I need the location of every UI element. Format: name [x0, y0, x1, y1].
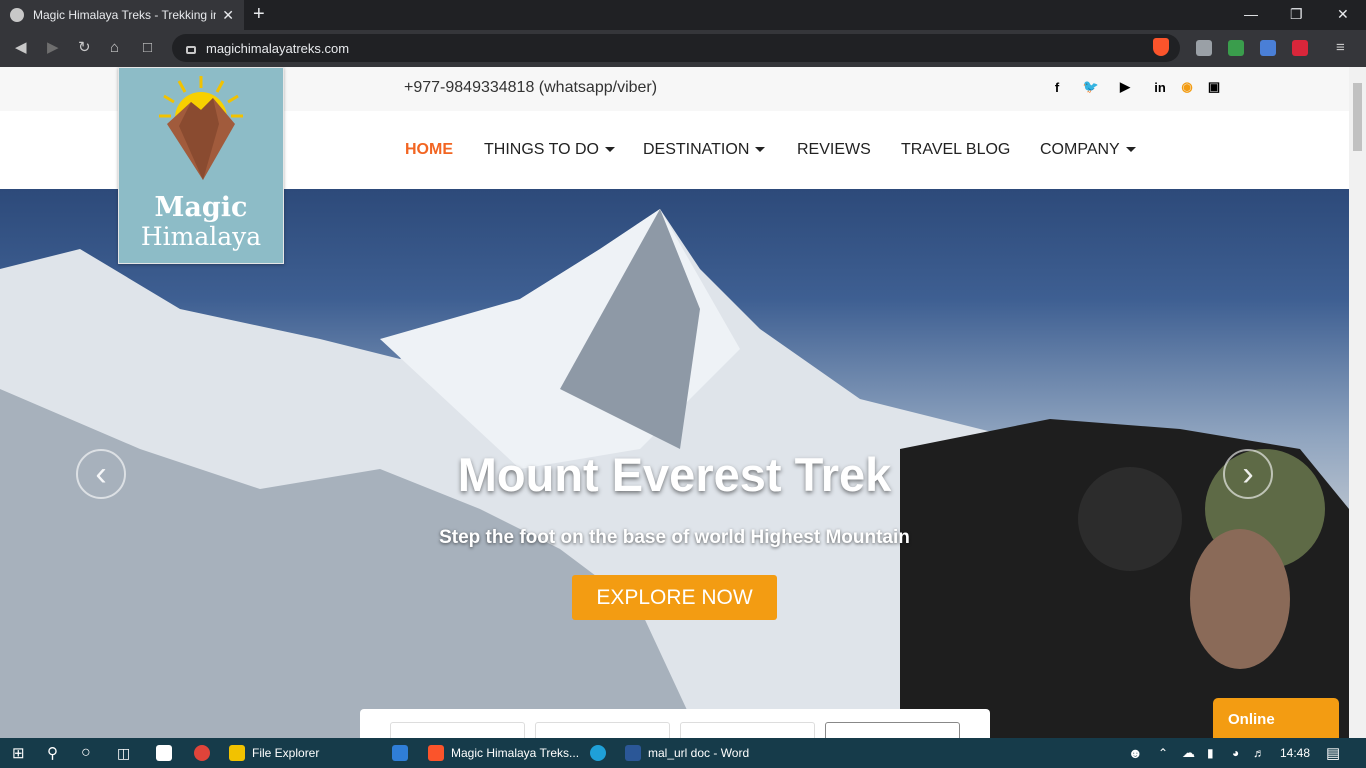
tab-title: Magic Himalaya Treks - Trekking in [33, 8, 217, 22]
mountain-sun-icon [159, 76, 243, 180]
notifications-icon[interactable]: ▤ [1326, 738, 1340, 768]
web-page: +977-9849334818 (whatsapp/viber) f 🐦 ▶ i… [0, 67, 1366, 738]
extension-cube-icon[interactable] [1196, 40, 1212, 56]
translate-icon[interactable] [1260, 40, 1276, 56]
chevron-down-icon [1125, 147, 1136, 153]
restore-icon[interactable]: ❐ [1290, 6, 1303, 23]
onedrive-icon[interactable]: ☁ [1182, 738, 1195, 768]
wifi-icon[interactable]: ◕ [1232, 738, 1239, 768]
back-icon[interactable]: ◀ [15, 39, 27, 57]
hero-slider: ‹ › Mount Everest Trek Step the foot on … [0, 189, 1349, 738]
nav-home[interactable]: HOME [405, 141, 453, 159]
brave-icon [428, 745, 444, 761]
store-icon[interactable] [156, 738, 179, 768]
url-text: magichimalayatreks.com [206, 40, 350, 56]
edge-icon[interactable] [590, 738, 613, 768]
hero-subtitle: Step the foot on the base of world Highe… [439, 527, 910, 548]
mail-icon[interactable] [392, 738, 415, 768]
folder-icon [229, 745, 245, 761]
search-field-2[interactable] [535, 722, 670, 738]
taskbar-clock[interactable]: 14:48 [1280, 746, 1310, 760]
extension-leaf-icon[interactable] [1228, 40, 1244, 56]
browser-toolbar: ◀ ▶ ↻ ⌂ □ magichimalayatreks.com ≡ [0, 30, 1366, 67]
online-chat-widget[interactable]: Online [1213, 698, 1339, 738]
search-field-3[interactable] [680, 722, 815, 738]
trip-search-panel [360, 709, 990, 738]
search-field-1[interactable] [390, 722, 525, 738]
task-view-icon[interactable]: ◫ [117, 738, 130, 768]
nav-things-to-do-label: THINGS TO DO [484, 141, 599, 158]
nav-reviews[interactable]: REVIEWS [797, 141, 871, 159]
word-icon [625, 745, 641, 761]
extension-red-icon[interactable] [1292, 40, 1308, 56]
pinterest-icon[interactable]: ◉ [1179, 79, 1195, 95]
battery-icon[interactable]: ▮ [1207, 738, 1214, 768]
nav-destination-label: DESTINATION [643, 141, 750, 158]
volume-icon[interactable]: ♬ [1253, 738, 1265, 768]
minimize-icon[interactable]: — [1244, 6, 1258, 22]
chevron-down-icon [604, 147, 615, 153]
new-tab-button[interactable]: + [253, 3, 265, 26]
explore-now-button[interactable]: EXPLORE NOW [572, 575, 777, 620]
nav-company-label: COMPANY [1040, 141, 1120, 158]
search-button[interactable] [825, 722, 960, 738]
word-taskbar-button[interactable]: mal_url doc - Word [625, 738, 749, 768]
browser-taskbar-button[interactable]: Magic Himalaya Treks... [428, 738, 579, 768]
address-bar[interactable]: magichimalayatreks.com [172, 34, 1180, 62]
forward-icon[interactable]: ▶ [47, 39, 59, 57]
nav-travel-blog[interactable]: TRAVEL BLOG [901, 141, 1010, 159]
globe-icon [10, 8, 24, 22]
page-scrollbar[interactable] [1349, 67, 1366, 738]
hero-title: Mount Everest Trek [457, 448, 892, 501]
browser-tab-bar: Magic Himalaya Treks - Trekking in ✕ + —… [0, 0, 1366, 30]
brave-shield-icon[interactable] [1153, 38, 1169, 56]
windows-start-icon[interactable]: ⊞ [12, 738, 25, 768]
chevron-up-icon[interactable]: ⌃ [1158, 738, 1168, 768]
chevron-down-icon [755, 147, 766, 153]
window-close-icon[interactable]: ✕ [1337, 6, 1349, 23]
search-icon[interactable]: ⚲ [47, 738, 58, 768]
nav-things-to-do[interactable]: THINGS TO DO [484, 141, 615, 159]
site-logo[interactable]: Magic Himalaya [118, 67, 284, 264]
file-explorer-label: File Explorer [252, 746, 320, 760]
nav-company[interactable]: COMPANY [1040, 141, 1136, 159]
youtube-icon[interactable]: ▶ [1117, 79, 1133, 95]
cortana-icon[interactable]: ○ [81, 738, 91, 768]
nav-destination[interactable]: DESTINATION [643, 141, 766, 159]
home-icon[interactable]: ⌂ [110, 39, 119, 57]
browser-tab[interactable]: Magic Himalaya Treks - Trekking in ✕ [0, 0, 244, 30]
linkedin-icon[interactable]: in [1152, 79, 1168, 95]
word-taskbar-label: mal_url doc - Word [648, 746, 750, 760]
bookmark-icon[interactable]: □ [143, 39, 152, 57]
close-tab-icon[interactable]: ✕ [222, 7, 234, 24]
logo-text-magic: Magic [154, 192, 248, 223]
twitter-icon[interactable]: 🐦 [1083, 79, 1099, 95]
windows-taskbar: ⊞ ⚲ ○ ◫ File Explorer Magic Himalaya Tre… [0, 738, 1366, 768]
people-icon[interactable]: ☻ [1128, 738, 1143, 768]
chrome-icon[interactable] [194, 738, 217, 768]
menu-icon[interactable]: ≡ [1336, 39, 1345, 57]
browser-taskbar-label: Magic Himalaya Treks... [451, 746, 580, 760]
instagram-icon[interactable]: ▣ [1206, 79, 1222, 95]
phone-number[interactable]: +977-9849334818 (whatsapp/viber) [404, 79, 657, 97]
facebook-icon[interactable]: f [1049, 79, 1065, 95]
scrollbar-thumb[interactable] [1353, 83, 1362, 151]
logo-text-himalaya: Himalaya [140, 222, 262, 251]
lock-icon [186, 46, 196, 54]
file-explorer-button[interactable]: File Explorer [229, 738, 319, 768]
reload-icon[interactable]: ↻ [78, 39, 91, 57]
